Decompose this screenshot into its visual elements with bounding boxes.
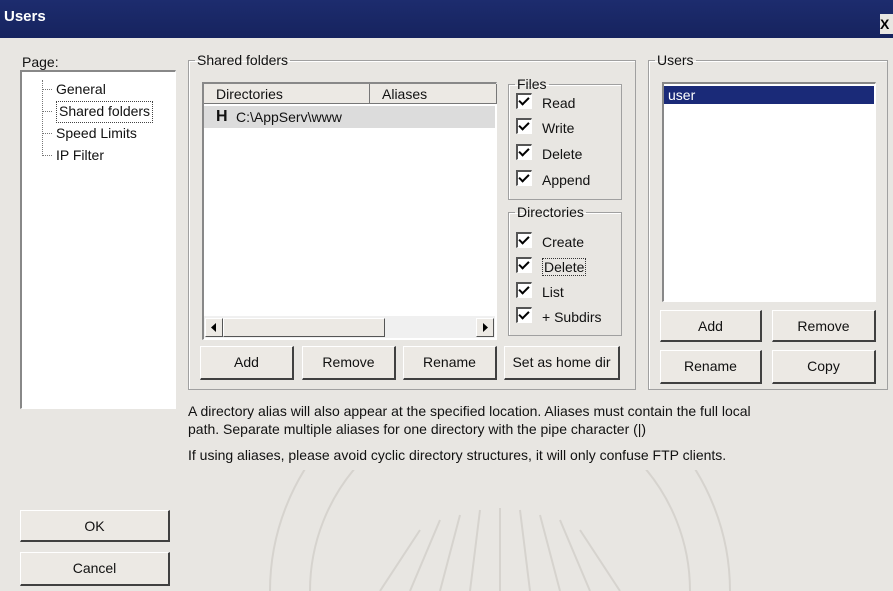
page-label: Page: [22,54,59,70]
tree-item-general[interactable]: General [56,79,106,99]
checkbox-icon [516,257,532,273]
tree-item-ip-filter[interactable]: IP Filter [56,145,104,165]
remove-directory-label: Remove [322,354,375,370]
home-marker: H [216,108,228,125]
directories-legend: Directories [517,204,584,220]
checkbox-file-append[interactable]: Append [516,169,590,191]
copy-user-label: Copy [807,358,840,374]
ok-label: OK [84,518,105,534]
scroll-left-arrow[interactable] [205,318,223,337]
rename-user-button[interactable]: Rename [660,350,762,384]
checkbox-label: Delete [542,258,587,276]
files-legend: Files [517,76,547,92]
tree-item-speed-limits[interactable]: Speed Limits [56,123,137,143]
checkbox-label: + Subdirs [542,309,602,325]
checkbox-dir-list[interactable]: List [516,281,564,303]
rename-user-label: Rename [684,358,737,374]
shared-folders-legend: Shared folders [197,52,289,68]
checkbox-label: List [542,284,564,300]
table-row[interactable]: H C:\AppServ\www [204,106,495,128]
checkbox-icon [516,307,532,323]
checkbox-label: Create [542,234,585,250]
directory-list[interactable]: Directories Aliases H C:\AppServ\www [202,82,497,340]
window-title: Users [4,8,46,25]
checkbox-dir-delete[interactable]: Delete [516,256,587,278]
copy-user-button[interactable]: Copy [772,350,876,384]
checkbox-icon [516,282,532,298]
checkbox-label: Delete [542,146,583,162]
remove-user-button[interactable]: Remove [772,310,876,342]
checkbox-file-read[interactable]: Read [516,92,575,114]
arrow-right-icon [483,323,488,332]
set-home-dir-button[interactable]: Set as home dir [504,346,620,380]
checkbox-label: Write [542,120,575,136]
remove-user-label: Remove [797,318,850,334]
checkbox-file-delete[interactable]: Delete [516,143,582,165]
column-header-directories[interactable]: Directories [204,84,370,104]
scroll-right-arrow[interactable] [476,318,494,337]
alias-info-line-2: path. Separate multiple aliases for one … [188,421,647,437]
alias-info-line-1: A directory alias will also appear at th… [188,403,751,419]
users-list[interactable]: user [662,82,876,302]
close-icon[interactable]: X [880,14,893,34]
files-checkboxes: Read Write Delete Append [516,92,616,196]
checkbox-dir-create[interactable]: Create [516,231,584,253]
add-directory-button[interactable]: Add [200,346,294,380]
checkbox-icon [516,93,532,109]
checkbox-icon [516,170,532,186]
checkbox-icon [516,118,532,134]
ok-button[interactable]: OK [20,510,170,542]
add-user-button[interactable]: Add [660,310,762,342]
checkbox-icon [516,144,532,160]
watermark-graphic [269,470,731,591]
set-home-dir-label: Set as home dir [512,354,611,370]
column-header-aliases[interactable]: Aliases [370,84,497,104]
list-item[interactable]: user [664,86,874,104]
scroll-thumb[interactable] [223,318,385,337]
remove-directory-button[interactable]: Remove [302,346,396,380]
checkbox-label: Append [542,172,591,188]
checkbox-file-write[interactable]: Write [516,117,574,139]
horizontal-scrollbar[interactable] [204,316,495,338]
cancel-label: Cancel [72,560,117,576]
checkbox-dir-subdirs[interactable]: + Subdirs [516,306,602,328]
page-tree[interactable]: General Shared folders Speed Limits IP F… [20,70,176,409]
directory-path: C:\AppServ\www [236,109,342,125]
checkbox-icon [516,232,532,248]
add-user-label: Add [698,318,723,334]
tree-item-shared-folders[interactable]: Shared folders [56,101,154,123]
title-bar: Users X [0,0,893,38]
alias-info-line-3: If using aliases, please avoid cyclic di… [188,447,727,463]
users-legend: Users [657,52,694,68]
add-directory-label: Add [234,354,259,370]
checkbox-label: Read [542,95,576,111]
arrow-left-icon [211,323,216,332]
rename-directory-button[interactable]: Rename [403,346,497,380]
rename-directory-label: Rename [423,354,476,370]
directories-checkboxes: Create Delete List + Subdirs [516,231,616,333]
cancel-button[interactable]: Cancel [20,552,170,586]
